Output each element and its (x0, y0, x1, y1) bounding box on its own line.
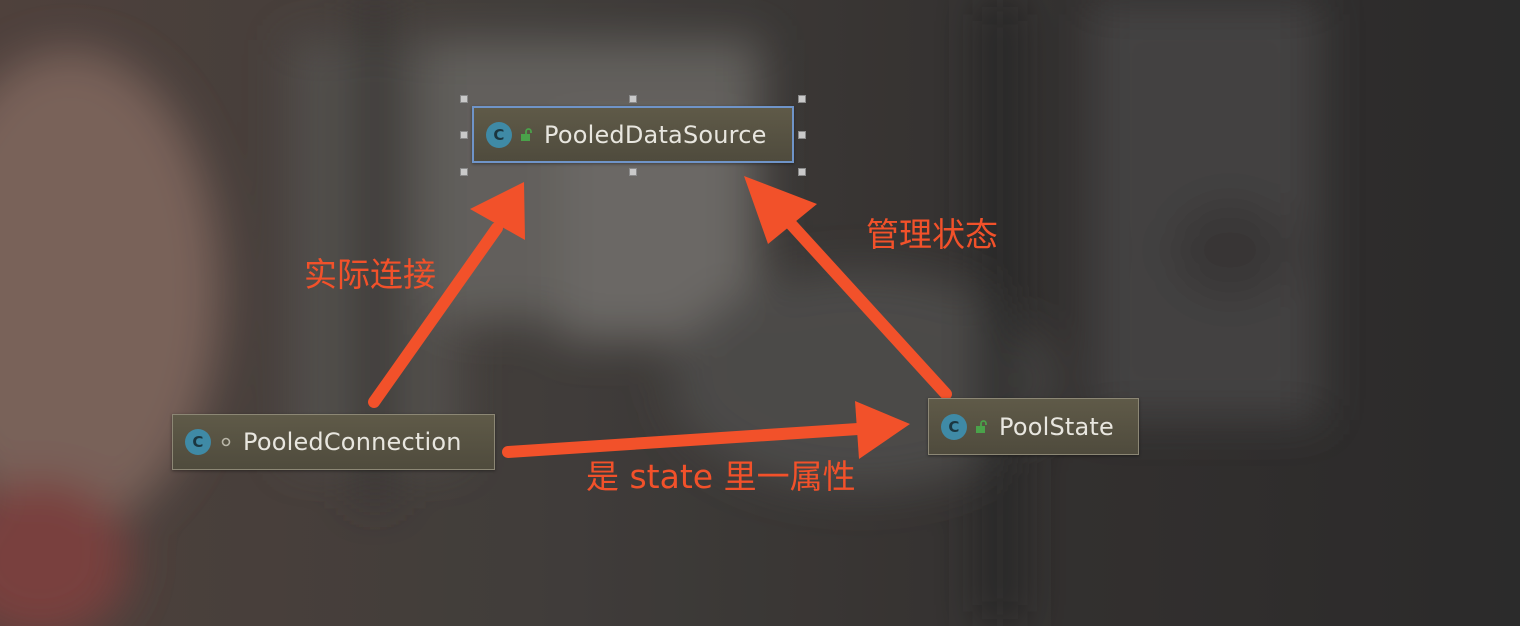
resize-handle[interactable] (460, 168, 468, 176)
class-node-pooled-connection[interactable]: C PooledConnection (172, 414, 495, 470)
arrows-layer (368, 176, 952, 459)
open-lock-icon (975, 419, 989, 434)
resize-handle[interactable] (798, 95, 806, 103)
open-lock-icon (520, 127, 534, 142)
class-icon: C (486, 121, 512, 148)
class-node-pool-state[interactable]: C PoolState (928, 398, 1139, 455)
arrowhead-poolstate (855, 401, 910, 459)
resize-handle[interactable] (798, 168, 806, 176)
class-name: PoolState (999, 412, 1114, 441)
resize-handle[interactable] (629, 168, 637, 176)
class-icon: C (941, 413, 967, 440)
edge-label-manage-state: 管理状态 (866, 215, 998, 254)
resize-handle[interactable] (460, 95, 468, 103)
class-name: PooledDataSource (544, 120, 767, 149)
class-node-pooled-data-source[interactable]: C PooledDataSource (472, 106, 794, 163)
edge-label-state-attribute: 是 state 里一属性 (586, 457, 856, 496)
arrow-connection-to-poolstate (502, 423, 864, 458)
resize-handle[interactable] (629, 95, 637, 103)
class-icon: C (185, 429, 211, 455)
class-name: PooledConnection (243, 428, 462, 456)
resize-handle[interactable] (798, 131, 806, 139)
package-private-dot-icon (219, 435, 233, 449)
edge-label-actual-connection: 实际连接 (304, 255, 436, 294)
resize-handle[interactable] (460, 131, 468, 139)
